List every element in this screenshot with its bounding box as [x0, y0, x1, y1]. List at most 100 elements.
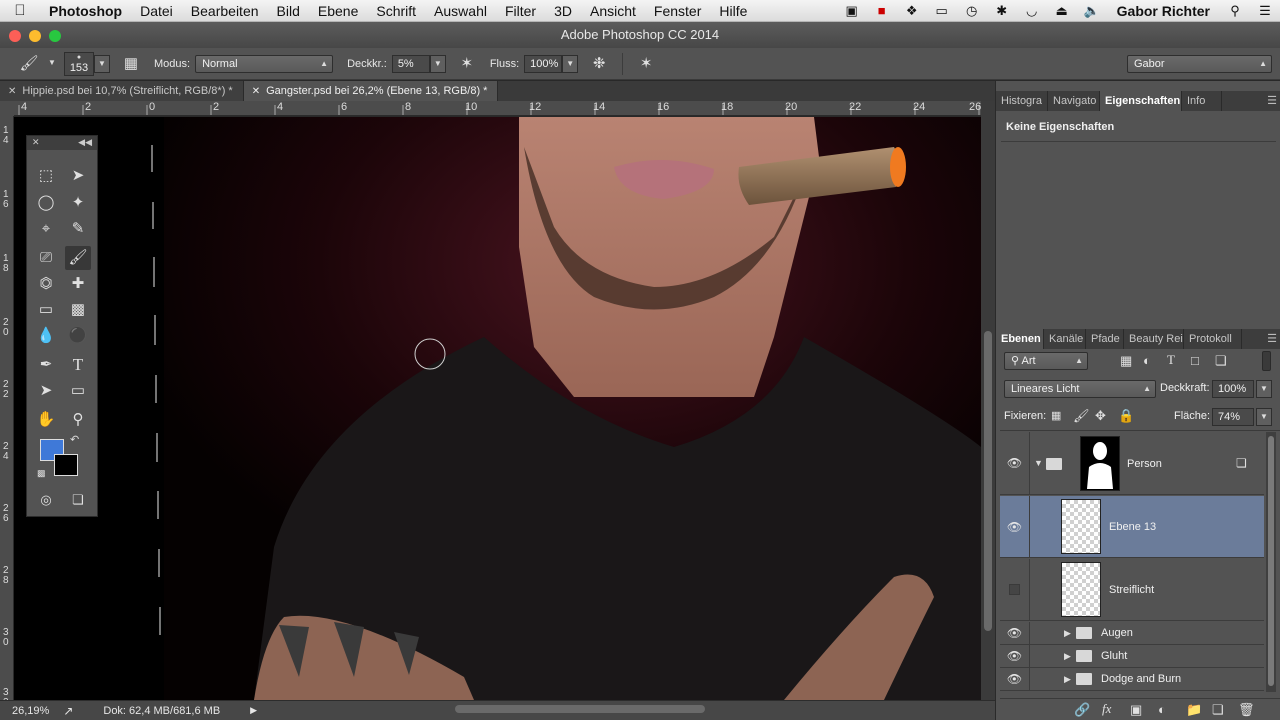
delete-layer-icon[interactable]: 🗑 — [1238, 702, 1255, 718]
app-tray-icon[interactable]: ■ — [867, 3, 897, 18]
tab-info[interactable]: Info — [1182, 91, 1222, 111]
spotlight-search-icon[interactable]: ⚲ — [1220, 3, 1250, 19]
horizontal-scrollbar-thumb[interactable] — [455, 705, 705, 713]
tab-channels[interactable]: Kanäle — [1044, 329, 1086, 349]
scrollbar-thumb[interactable] — [1268, 436, 1274, 686]
opacity-dropdown[interactable]: ▼ — [429, 54, 446, 73]
layer-opacity-input[interactable]: 100% — [1212, 380, 1254, 398]
dropbox-icon[interactable]: ❖ — [897, 3, 927, 19]
menu-fenster[interactable]: Fenster — [645, 3, 710, 19]
visibility-eye-icon[interactable]: 👁 — [1000, 496, 1030, 558]
menu-datei[interactable]: Datei — [131, 3, 182, 19]
type-tool-icon[interactable]: T — [65, 353, 91, 377]
tab-gangster[interactable]: ✕ Gangster.psd bei 26,2% (Ebene 13, RGB/8… — [243, 81, 499, 101]
tab-beauty-retouch[interactable]: Beauty Rei — [1124, 329, 1184, 349]
smart-filter-icon[interactable]: ❏ — [1236, 456, 1247, 470]
lasso-tool-icon[interactable]: ◯ — [33, 191, 59, 215]
visibility-eye-icon[interactable]: 👁 — [1000, 622, 1030, 645]
flow-input[interactable]: 100% — [524, 54, 563, 73]
filter-adjustment-icon[interactable]: ◐ — [1143, 353, 1151, 368]
swap-colors-icon[interactable]: ↶ — [70, 433, 79, 446]
layer-row-streiflicht[interactable]: Streiflicht — [1000, 559, 1264, 621]
zoom-window-button[interactable] — [49, 30, 61, 42]
vertical-scrollbar[interactable] — [981, 101, 995, 700]
layer-style-fx-icon[interactable]: fx — [1102, 701, 1111, 717]
visibility-eye-icon[interactable]: 👁 — [1000, 432, 1030, 495]
airplay-icon[interactable]: ▭ — [927, 3, 957, 19]
layer-mask-thumbnail[interactable] — [1080, 436, 1120, 491]
add-mask-icon[interactable]: ▣ — [1130, 702, 1142, 718]
filter-pixel-icon[interactable]: ▦ — [1120, 353, 1132, 369]
pen-tool-icon[interactable]: ✒ — [33, 353, 59, 377]
marquee-tool-icon[interactable]: ⬚ — [33, 164, 59, 188]
dodge-tool-icon[interactable]: ⚫ — [65, 324, 91, 348]
visibility-eye-icon[interactable]: 👁 — [1000, 645, 1030, 668]
layer-row-augen[interactable]: 👁 ▶ Augen — [1000, 622, 1264, 645]
gradient-tool-icon[interactable]: ▩ — [65, 298, 91, 322]
filter-smart-object-icon[interactable]: ❏ — [1215, 353, 1227, 369]
notification-center-icon[interactable]: ☰ — [1250, 3, 1280, 19]
screen-mode-icon[interactable]: ❏ — [65, 488, 91, 512]
filter-type-icon[interactable]: T — [1167, 352, 1175, 368]
horizontal-ruler[interactable]: 4 2 0 2 4 6 8 10 12 14 16 18 20 22 24 26 — [14, 101, 981, 116]
opacity-input[interactable]: 5% — [391, 54, 430, 73]
layer-thumbnail[interactable] — [1061, 499, 1101, 554]
time-machine-icon[interactable]: ◷ — [957, 3, 987, 19]
hand-tool-icon[interactable]: ✋ — [33, 408, 59, 432]
brush-panel-toggle-icon[interactable]: ▦ — [120, 53, 142, 75]
menu-ansicht[interactable]: Ansicht — [581, 3, 645, 19]
group-collapsed-icon[interactable]: ▶ — [1064, 651, 1071, 662]
brush-tool-icon[interactable]: 🖌 — [65, 246, 91, 270]
quick-selection-tool-icon[interactable]: ✦ — [65, 191, 91, 215]
visibility-toggle[interactable] — [1000, 559, 1030, 621]
fill-input[interactable]: 74% — [1212, 408, 1254, 426]
menu-bild[interactable]: Bild — [268, 3, 309, 19]
visibility-eye-icon[interactable]: 👁 — [1000, 668, 1030, 691]
tab-hippie[interactable]: ✕ Hippie.psd bei 10,7% (Streiflicht, RGB/… — [0, 81, 244, 101]
pressure-opacity-icon[interactable]: ✶ — [456, 53, 478, 75]
volume-icon[interactable]: 🔈 — [1077, 3, 1107, 19]
layers-scrollbar[interactable] — [1266, 432, 1276, 692]
new-group-icon[interactable]: 📁 — [1186, 702, 1202, 718]
scrollbar-thumb[interactable] — [984, 331, 992, 631]
blend-mode-select[interactable]: Lineares Licht ▲ — [1004, 380, 1156, 398]
menu-3d[interactable]: 3D — [545, 3, 581, 19]
menu-bearbeiten[interactable]: Bearbeiten — [182, 3, 268, 19]
panel-menu-icon[interactable]: ☰ — [1267, 91, 1277, 111]
close-window-button[interactable] — [9, 30, 21, 42]
lock-transparency-icon[interactable]: ▦ — [1051, 409, 1061, 422]
new-layer-icon[interactable]: ❏ — [1212, 702, 1224, 718]
background-color-swatch[interactable] — [54, 454, 78, 476]
lock-all-icon[interactable]: 🔒 — [1118, 408, 1134, 424]
ruler-origin[interactable] — [0, 101, 14, 116]
fill-dropdown[interactable]: ▼ — [1256, 408, 1272, 426]
brush-size-picker[interactable]: ● 153 — [64, 51, 94, 76]
layer-opacity-dropdown[interactable]: ▼ — [1256, 380, 1272, 398]
document-canvas[interactable] — [14, 117, 981, 700]
layer-row-gluht[interactable]: 👁 ▶ Gluht — [1000, 645, 1264, 668]
zoom-level[interactable]: 26,19% — [12, 705, 49, 717]
close-panel-icon[interactable]: ✕ — [32, 137, 40, 148]
new-adjustment-layer-icon[interactable]: ◐ — [1158, 702, 1166, 717]
apple-menu-icon[interactable]:  — [0, 2, 40, 19]
menu-schrift[interactable]: Schrift — [367, 3, 425, 19]
eraser-tool-icon[interactable]: ▭ — [33, 298, 59, 322]
link-layers-icon[interactable]: 🔗 — [1074, 702, 1090, 718]
brush-preset-icon[interactable]: 🖌 — [18, 53, 40, 75]
bluetooth-icon[interactable]: ✱ — [987, 3, 1017, 19]
layer-thumbnail[interactable] — [1061, 562, 1101, 617]
export-icon[interactable]: ↗ — [63, 704, 73, 718]
pressure-size-icon[interactable]: ✶ — [635, 53, 657, 75]
layer-row-ebene-13[interactable]: 👁 Ebene 13 — [1000, 496, 1264, 558]
tab-layers[interactable]: Ebenen — [996, 329, 1044, 349]
eyedropper-tool-icon[interactable]: ✎ — [65, 217, 91, 241]
blur-tool-icon[interactable]: 💧 — [33, 324, 59, 348]
minimize-window-button[interactable] — [29, 30, 41, 42]
zoom-tool-icon[interactable]: ⚲ — [65, 408, 91, 432]
workspace-select[interactable]: Gabor ▲ — [1127, 54, 1272, 73]
airbrush-icon[interactable]: ❉ — [588, 53, 610, 75]
collapse-panel-icon[interactable]: ◀◀ — [78, 137, 92, 148]
tab-paths[interactable]: Pfade — [1086, 329, 1124, 349]
quick-mask-icon[interactable]: ◎ — [33, 488, 59, 512]
tool-preset-dropdown[interactable]: ▼ — [44, 55, 60, 73]
